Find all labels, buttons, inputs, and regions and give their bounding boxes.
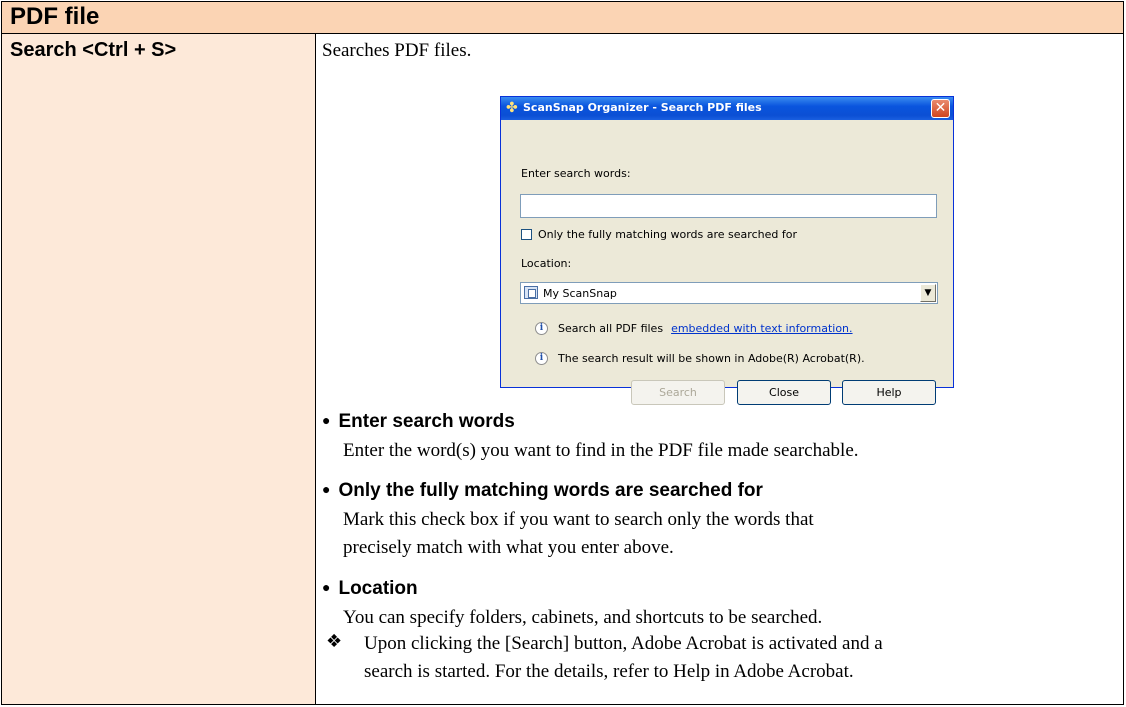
dialog-title: ScanSnap Organizer - Search PDF files xyxy=(523,101,762,114)
info-text-search-all: Search all PDF files xyxy=(558,322,664,335)
exact-match-label: Only the fully matching words are search… xyxy=(538,228,797,241)
search-button[interactable]: Search xyxy=(631,380,725,405)
info-icon: i xyxy=(535,352,548,365)
note-line: Upon clicking the [Search] button, Adobe… xyxy=(364,633,883,654)
section-title: PDF file xyxy=(10,3,100,30)
scansnap-app-icon: ✤ xyxy=(506,100,518,116)
folder-icon xyxy=(524,286,538,299)
search-dialog-screenshot: ✤ ScanSnap Organizer - Search PDF files … xyxy=(500,96,954,405)
search-words-label: Enter search words: xyxy=(521,167,631,180)
note-line: search is started. For the details, refe… xyxy=(364,661,854,682)
exact-match-checkbox[interactable] xyxy=(521,229,532,240)
dialog-titlebar: ✤ ScanSnap Organizer - Search PDF files … xyxy=(501,97,953,120)
exact-match-row[interactable]: Only the fully matching words are search… xyxy=(521,228,797,241)
chevron-down-icon[interactable]: ▼ xyxy=(920,284,936,302)
bullet-location: ● Location xyxy=(322,578,418,599)
section-header: PDF file xyxy=(2,2,1123,34)
help-button[interactable]: Help xyxy=(842,380,936,405)
info-row-search-all: i Search all PDF files embedded with tex… xyxy=(535,322,853,335)
bullet-enter-search-words: ● Enter search words xyxy=(322,411,515,432)
bullet-title: Enter search words xyxy=(338,411,515,432)
embedded-text-link[interactable]: embedded with text information. xyxy=(671,322,852,335)
bullet-desc: Mark this check box if you want to searc… xyxy=(343,509,814,530)
bullet-title: Location xyxy=(338,578,418,599)
command-column: Search <Ctrl + S> xyxy=(2,34,316,704)
info-icon: i xyxy=(535,322,548,335)
search-words-input[interactable] xyxy=(520,194,937,218)
description-column: Searches PDF files. ✤ ScanSnap Organizer… xyxy=(316,34,1123,704)
intro-text: Searches PDF files. xyxy=(322,40,472,61)
close-button[interactable]: Close xyxy=(737,380,831,405)
note-diamond-icon: ❖ xyxy=(326,631,343,652)
info-row-result: i The search result will be shown in Ado… xyxy=(535,352,865,365)
bullet-exact-match: ● Only the fully matching words are searc… xyxy=(322,480,763,501)
info-text-result: The search result will be shown in Adobe… xyxy=(558,352,865,365)
location-value: My ScanSnap xyxy=(543,287,617,300)
location-select[interactable]: My ScanSnap ▼ xyxy=(520,282,938,304)
bullet-desc: precisely match with what you enter abov… xyxy=(343,537,674,558)
location-label: Location: xyxy=(521,257,572,270)
document-table: PDF file Search <Ctrl + S> Searches PDF … xyxy=(1,1,1124,705)
bullet-desc: Enter the word(s) you want to find in th… xyxy=(343,440,859,461)
bullet-desc: You can specify folders, cabinets, and s… xyxy=(343,607,823,628)
command-name: Search <Ctrl + S> xyxy=(10,39,177,61)
bullet-title: Only the fully matching words are search… xyxy=(338,480,763,501)
dialog-close-icon[interactable]: ✕ xyxy=(931,99,950,118)
